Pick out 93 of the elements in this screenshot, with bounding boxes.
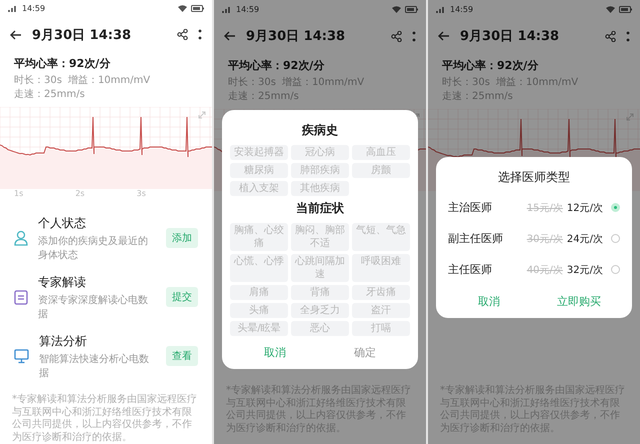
option-chip[interactable]: 高血压 bbox=[352, 145, 410, 160]
option-chip[interactable]: 头晕/眩晕 bbox=[230, 321, 288, 336]
battery-icon bbox=[619, 6, 632, 12]
doctor-type: 副主任医师 bbox=[448, 231, 504, 246]
option-chip[interactable]: 盗汗 bbox=[352, 303, 410, 318]
person-icon bbox=[14, 230, 28, 246]
back-arrow-icon[interactable] bbox=[224, 31, 236, 41]
status-time: 14:59 bbox=[236, 4, 260, 14]
recording-parameter: 走速：25mm/s bbox=[228, 90, 299, 103]
discount-price: 24元/次 bbox=[566, 232, 603, 246]
wifi-icon bbox=[392, 6, 401, 12]
average-heart-rate: 平均心率：92次/分 bbox=[228, 58, 326, 73]
option-chip[interactable]: 冠心病 bbox=[291, 145, 349, 160]
battery-icon bbox=[191, 5, 204, 12]
disclaimer-text: *专家解读和算法分析服务由国家远程医疗与互联网中心和浙江好络维医疗技术有限公司共同提供，以上内容仅供参考，不作为医疗诊断和治疗的依据。 bbox=[11, 394, 198, 444]
service-title: 算法分析 bbox=[39, 332, 88, 350]
service-action-button[interactable]: 提交 bbox=[166, 287, 198, 308]
option-chip[interactable]: 头痛 bbox=[230, 303, 288, 318]
dialog-button[interactable]: 取消 bbox=[444, 285, 534, 318]
option-chip[interactable]: 糖尿病 bbox=[230, 163, 288, 178]
original-price: 15元/次 bbox=[526, 202, 563, 214]
share-icon[interactable] bbox=[391, 30, 402, 42]
service-title: 专家解读 bbox=[38, 274, 87, 291]
option-chip[interactable]: 呼吸困难 bbox=[352, 254, 410, 282]
service-description: 资深专家深度解读心电数据 bbox=[38, 294, 149, 321]
option-chip[interactable]: 全身乏力 bbox=[291, 303, 349, 318]
option-chip[interactable]: 气短、气急 bbox=[352, 223, 410, 251]
discount-price: 32元/次 bbox=[566, 264, 603, 276]
recording-parameter: 走速：25mm/s bbox=[14, 88, 85, 102]
battery-icon bbox=[405, 6, 418, 12]
more-icon[interactable] bbox=[626, 30, 630, 42]
time-axis-label: 3s bbox=[136, 189, 147, 200]
time-axis-label: 1s bbox=[14, 189, 24, 200]
option-chip[interactable]: 肺部疾病 bbox=[291, 163, 349, 178]
signal-icon bbox=[222, 6, 232, 12]
document-icon bbox=[14, 290, 28, 305]
dialog-section-title: 当前症状 bbox=[295, 200, 345, 217]
option-chip[interactable]: 打嗝 bbox=[352, 321, 410, 336]
status-time: 14:59 bbox=[22, 4, 46, 14]
radio-button[interactable] bbox=[611, 234, 620, 243]
option-chip[interactable]: 牙齿痛 bbox=[352, 285, 410, 300]
option-chip[interactable]: 肩痛 bbox=[230, 285, 288, 300]
option-chip[interactable]: 安装起搏器 bbox=[230, 145, 288, 160]
recording-parameter: 走速：25mm/s bbox=[442, 90, 513, 103]
record-title: 9月30日 14:38 bbox=[246, 28, 346, 45]
average-heart-rate: 平均心率：92次/分 bbox=[442, 58, 540, 73]
dialog-button[interactable]: 取消 bbox=[230, 336, 320, 369]
dialog-section-title: 疾病史 bbox=[300, 122, 339, 139]
time-axis-label: 2s bbox=[75, 189, 86, 200]
more-icon[interactable] bbox=[198, 29, 202, 40]
option-chip[interactable]: 胸闷、胸部不适 bbox=[291, 223, 349, 251]
recording-parameter: 时长：30s bbox=[228, 76, 276, 89]
option-chip[interactable]: 胸痛、心绞痛 bbox=[230, 223, 288, 251]
signal-icon bbox=[8, 5, 18, 12]
status-time: 14:59 bbox=[450, 4, 474, 14]
record-title: 9月30日 14:38 bbox=[32, 26, 132, 44]
recording-parameter: 增益：10mm/mV bbox=[496, 76, 578, 89]
share-icon[interactable] bbox=[605, 30, 616, 42]
doctor-type: 主任医师 bbox=[448, 262, 493, 277]
discount-price: 12元/次 bbox=[566, 202, 603, 214]
dialog-button[interactable]: 立即购买 bbox=[534, 285, 624, 318]
doctor-type: 主治医师 bbox=[448, 200, 493, 215]
option-chip[interactable]: 心跳间隔加速 bbox=[291, 254, 349, 282]
service-title: 个人状态 bbox=[38, 214, 87, 232]
recording-parameter: 增益：10mm/mV bbox=[68, 74, 150, 88]
recording-parameter: 时长：30s bbox=[442, 76, 490, 89]
monitor-icon bbox=[14, 348, 29, 364]
option-chip[interactable]: 植入支架 bbox=[230, 181, 288, 196]
option-chip[interactable]: 其他疾病 bbox=[291, 181, 349, 196]
wifi-icon bbox=[606, 6, 615, 12]
signal-icon bbox=[436, 6, 446, 12]
original-price: 40元/次 bbox=[526, 264, 563, 276]
service-description: 智能算法快速分析心电数据 bbox=[39, 352, 150, 380]
service-description: 添加你的疾病史及最近的身体状态 bbox=[38, 234, 149, 262]
average-heart-rate: 平均心率：92次/分 bbox=[14, 56, 112, 72]
more-icon[interactable] bbox=[412, 30, 416, 42]
recording-parameter: 增益：10mm/mV bbox=[282, 76, 364, 89]
option-chip[interactable]: 背痛 bbox=[291, 285, 349, 300]
radio-button[interactable] bbox=[611, 203, 620, 212]
option-chip[interactable]: 房颤 bbox=[352, 163, 410, 178]
dialog-title: 选择医师类型 bbox=[497, 169, 571, 186]
record-title: 9月30日 14:38 bbox=[460, 28, 560, 45]
option-chip[interactable]: 心慌、心悸 bbox=[230, 254, 288, 282]
share-icon[interactable] bbox=[177, 29, 188, 40]
radio-button[interactable] bbox=[611, 265, 620, 274]
original-price: 30元/次 bbox=[526, 232, 563, 246]
option-chip[interactable]: 恶心 bbox=[291, 321, 349, 336]
service-action-button[interactable]: 添加 bbox=[166, 228, 198, 248]
recording-parameter: 时长：30s bbox=[14, 74, 62, 88]
back-arrow-icon[interactable] bbox=[10, 30, 22, 40]
wifi-icon bbox=[178, 5, 187, 12]
service-action-button[interactable]: 查看 bbox=[166, 346, 198, 366]
back-arrow-icon[interactable] bbox=[438, 31, 450, 41]
